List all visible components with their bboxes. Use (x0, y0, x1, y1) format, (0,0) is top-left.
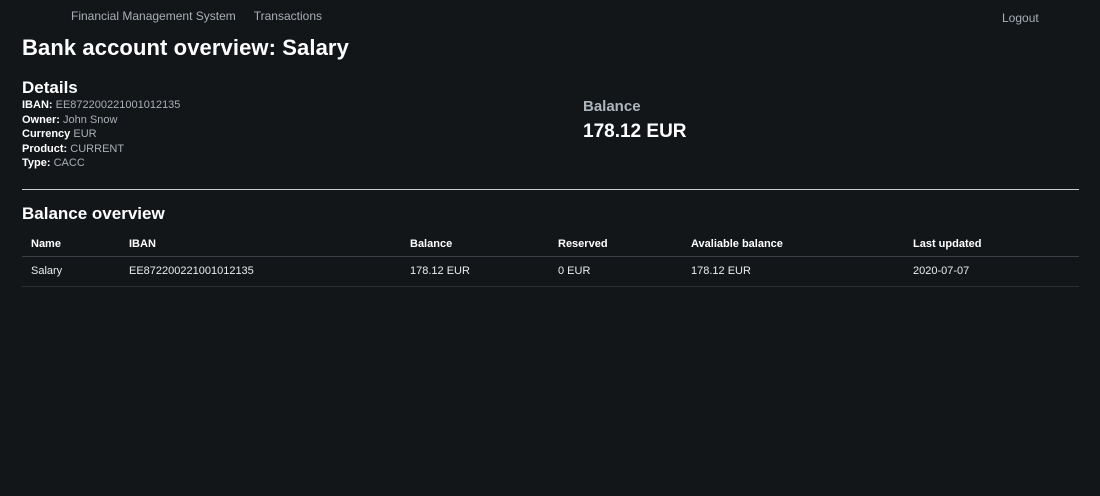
detail-owner-value: John Snow (62, 113, 118, 126)
balance-value: 178.12 EUR (583, 121, 687, 142)
table-header-row: Name IBAN Balance Reserved Avaliable bal… (22, 232, 1079, 257)
top-navbar: Financial Management System Transactions… (0, 0, 1100, 32)
cell-available-balance: 178.12 EUR (682, 256, 904, 287)
balance-summary: Balance 178.12 EUR (583, 97, 687, 145)
table-row: Salary EE872200221001012135 178.12 EUR 0… (22, 256, 1079, 287)
nav-transactions-link[interactable]: Transactions (254, 9, 322, 23)
nav-right: Logout (1002, 9, 1039, 27)
detail-owner-label: Owner: (22, 113, 60, 126)
detail-iban-label: IBAN: (22, 99, 53, 111)
column-header-available-balance: Avaliable balance (682, 232, 904, 257)
detail-product: Product: CURRENT (22, 142, 180, 157)
nav-brand-link[interactable]: Financial Management System (71, 9, 236, 23)
section-divider (22, 189, 1079, 190)
detail-owner: Owner: John Snow (22, 113, 180, 128)
balance-overview-section: Balance overview Name IBAN Balance Reser… (22, 204, 1079, 287)
nav-links: Financial Management System Transactions (71, 9, 322, 23)
detail-type: Type: CACC (22, 156, 180, 171)
detail-iban-value: EE872200221001012135 (55, 99, 181, 111)
detail-product-value: CURRENT (70, 142, 125, 155)
cell-balance: 178.12 EUR (401, 256, 549, 287)
cell-last-updated: 2020-07-07 (904, 256, 1079, 287)
detail-currency-label: Currency (22, 128, 71, 140)
page-title: Bank account overview: Salary (22, 35, 349, 60)
logout-link[interactable]: Logout (1002, 11, 1039, 25)
column-header-name: Name (22, 232, 120, 257)
details-heading: Details (22, 78, 78, 97)
column-header-iban: IBAN (120, 232, 401, 257)
column-header-reserved: Reserved (549, 232, 682, 257)
balance-label: Balance (583, 98, 641, 115)
cell-iban: EE872200221001012135 (120, 256, 401, 287)
cell-reserved: 0 EUR (549, 256, 682, 287)
detail-type-value: CACC (53, 157, 85, 169)
cell-name: Salary (22, 256, 120, 287)
detail-currency: Currency EUR (22, 127, 180, 142)
column-header-balance: Balance (401, 232, 549, 257)
detail-type-label: Type: (22, 157, 51, 169)
column-header-last-updated: Last updated (904, 232, 1079, 257)
details-section: Details IBAN: EE872200221001012135 Owner… (22, 78, 180, 171)
balance-overview-table: Name IBAN Balance Reserved Avaliable bal… (22, 232, 1079, 287)
detail-iban: IBAN: EE872200221001012135 (22, 98, 180, 113)
detail-currency-value: EUR (73, 128, 97, 140)
detail-product-label: Product: (22, 142, 68, 155)
balance-overview-heading: Balance overview (22, 204, 165, 223)
main-content: Bank account overview: Salary (22, 34, 1079, 62)
